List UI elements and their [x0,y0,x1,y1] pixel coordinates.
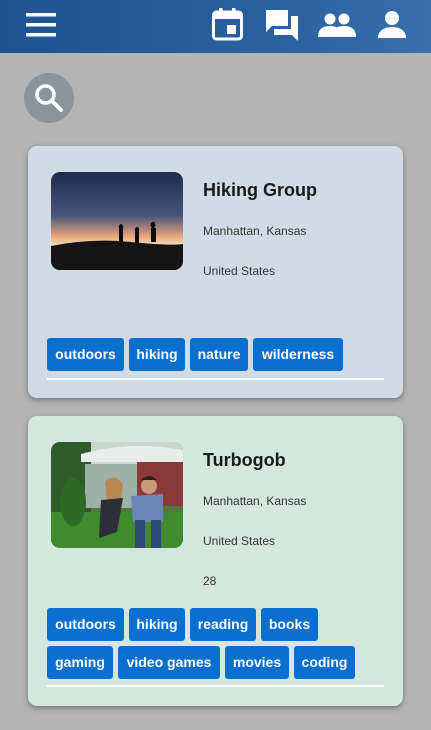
group-location: Manhattan, Kansas [203,494,307,508]
group-country: United States [203,264,276,278]
calendar-icon[interactable] [212,8,243,41]
group-extra-info: 28 [203,574,217,588]
tag-chip[interactable]: movies [225,646,289,679]
search-icon [35,84,63,112]
group-photo [51,172,183,270]
tag-chip[interactable]: reading [190,608,256,641]
tag-chip[interactable]: video games [118,646,220,679]
menu-icon[interactable] [26,13,56,37]
group-name[interactable]: Turbogob [203,450,286,471]
tag-chip[interactable]: outdoors [47,608,124,641]
chat-icon[interactable] [264,8,300,42]
tag-chip[interactable]: gaming [47,646,113,679]
tag-chip[interactable]: hiking [129,608,185,641]
tag-chip[interactable]: outdoors [47,338,124,371]
groups-icon[interactable] [318,13,356,37]
account-icon[interactable] [378,11,406,38]
group-card[interactable]: Hiking Group Manhattan, Kansas United St… [28,146,403,398]
group-photo [51,442,183,548]
divider [47,378,384,380]
tag-chip[interactable]: hiking [129,338,185,371]
tag-chip[interactable]: wilderness [253,338,343,371]
tag-chip[interactable]: books [261,608,318,641]
top-app-bar [0,0,431,53]
tag-chip[interactable]: coding [294,646,355,679]
group-name[interactable]: Hiking Group [203,180,317,201]
tag-chip[interactable]: nature [190,338,248,371]
divider [47,685,384,687]
search-button[interactable] [24,73,74,123]
group-card[interactable]: Turbogob Manhattan, Kansas United States… [28,416,403,706]
group-location: Manhattan, Kansas [203,224,307,238]
group-country: United States [203,534,276,548]
